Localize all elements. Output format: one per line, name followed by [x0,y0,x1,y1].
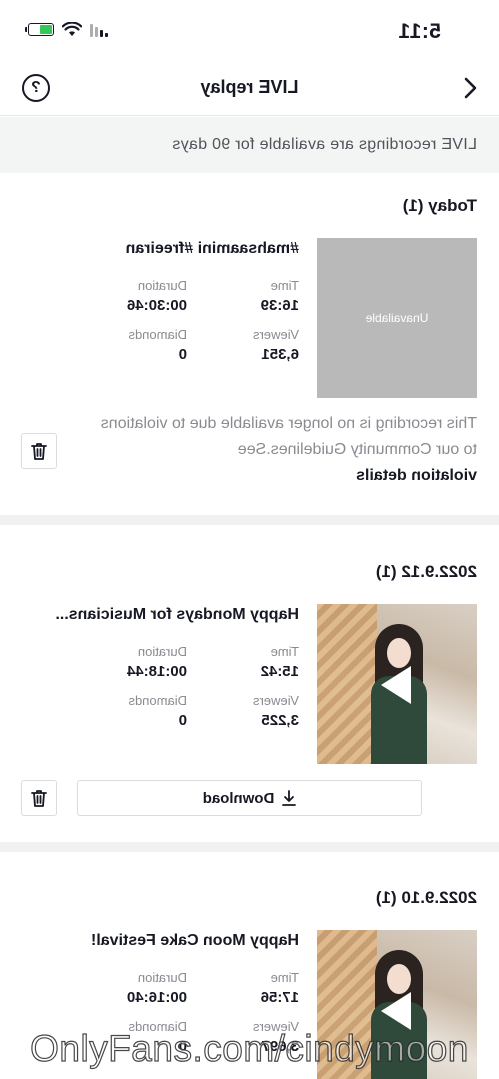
status-icons [28,22,108,37]
mirrored-app: 5:11 LIVE replay ? LIVE recordings are a… [0,0,499,1079]
violation-message: This recording is no longer available du… [97,411,477,489]
duration-value: 00:16:40 [126,989,187,1006]
time-value: 16:39 [260,297,299,314]
time-label: Time [270,644,299,659]
section-header-today: Today (1) [402,196,477,215]
battery-icon [28,23,54,36]
recording-title: Happy Moon Cake Festival! [90,932,299,949]
status-time: 5:11 [398,20,441,43]
help-icon: ? [31,79,41,96]
duration-label: Duration [137,278,187,293]
wifi-icon [62,22,82,36]
recording-title: Happy Mondays for Musicians... [55,606,299,623]
cellular-signal-icon [90,23,108,37]
delete-button[interactable] [21,780,57,816]
duration-label: Duration [137,644,187,659]
diamonds-label: Diamonds [128,693,187,708]
viewers-label: Viewers [252,327,299,342]
time-value: 17:56 [260,989,299,1006]
time-label: Time [270,970,299,985]
screen: 5:11 LIVE replay ? LIVE recordings are a… [0,0,499,1079]
viewers-value: 3,225 [261,712,299,729]
trash-icon [31,790,47,807]
section-divider [0,515,499,525]
recording-title: #mahsaamini #freeiran [125,240,299,257]
retention-notice: LIVE recordings are available for 90 day… [0,117,499,173]
diamonds-label: Diamonds [128,327,187,342]
thumbnail-unavailable-text: Unavailable [365,311,429,325]
status-bar: 5:11 [0,0,499,60]
violation-text: This recording is no longer available du… [100,415,477,458]
time-value: 15:42 [260,663,299,680]
download-label: Download [202,789,275,807]
viewers-label: Viewers [252,693,299,708]
navigation-bar: LIVE replay ? [0,60,499,116]
section-header-date: 2022.9.12 (1) [375,562,477,581]
section-header-date: 2022.9.10 (1) [375,888,477,907]
recording-thumbnail[interactable] [317,604,477,764]
download-icon [282,790,297,806]
duration-value: 00:18:44 [126,663,187,680]
page-title: LIVE replay [200,77,299,97]
duration-label: Duration [137,970,187,985]
diamonds-value: 0 [178,346,187,363]
watermark-text: OnlyFans.com/cindymoon [30,1027,469,1069]
help-button[interactable]: ? [22,74,50,102]
recording-thumbnail[interactable]: Unavailable [317,238,477,398]
violation-details-link[interactable]: violation details [356,467,477,484]
trash-icon [31,443,47,460]
time-label: Time [270,278,299,293]
play-icon [381,992,411,1030]
retention-notice-text: LIVE recordings are available for 90 day… [172,136,477,153]
download-button[interactable]: Download [77,780,422,816]
delete-button[interactable] [21,433,57,469]
section-divider [0,842,499,852]
diamonds-value: 0 [178,712,187,729]
play-icon [381,666,411,704]
duration-value: 00:30:46 [126,297,187,314]
viewers-value: 6,351 [261,346,299,363]
